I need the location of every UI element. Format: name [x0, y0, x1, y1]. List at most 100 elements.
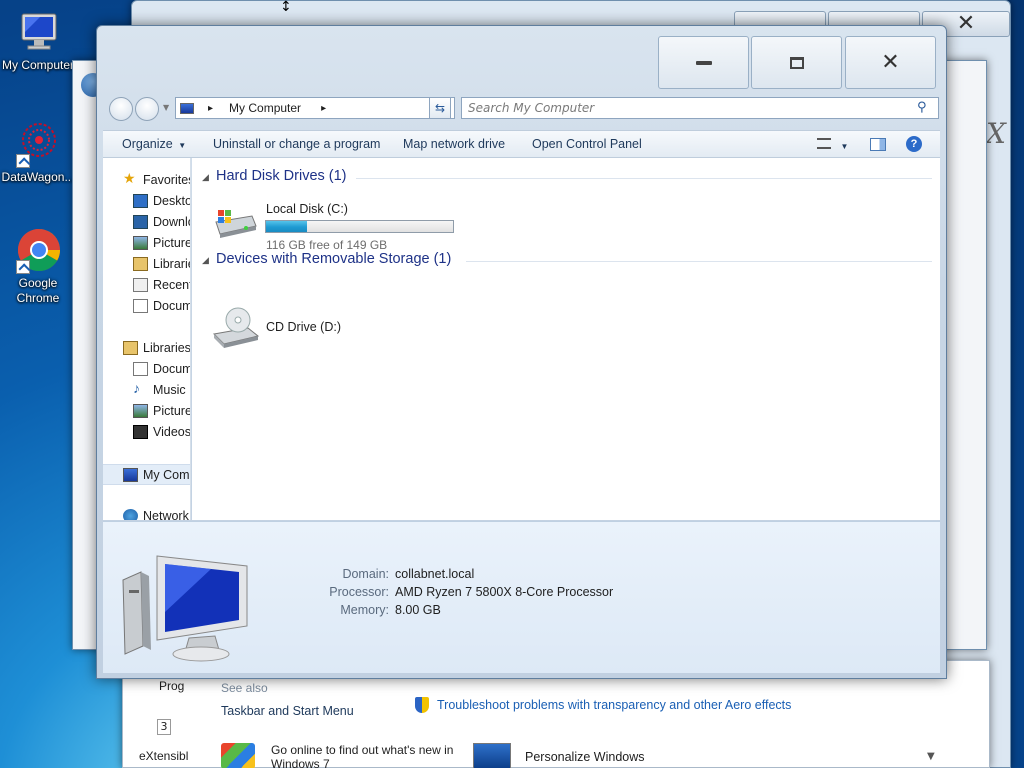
uninstall-program-button[interactable]: Uninstall or change a program	[213, 137, 380, 151]
shield-icon	[415, 697, 429, 713]
nav-label: Desktop	[153, 194, 190, 208]
help-button[interactable]: ?	[906, 136, 922, 152]
network-icon	[123, 509, 138, 520]
navigation-pane: ★ Favorites Desktop Downloads Pictures L…	[103, 158, 191, 520]
nav-music[interactable]: ♪ Music	[103, 380, 190, 401]
music-icon: ♪	[133, 380, 140, 396]
nav-recent[interactable]: Recent Places	[103, 275, 191, 296]
organize-button[interactable]: Organize ▼	[122, 137, 186, 151]
nav-pictures[interactable]: Pictures	[103, 233, 190, 254]
troubleshoot-link[interactable]: Troubleshoot problems with transparency …	[437, 698, 791, 712]
group-divider	[356, 178, 932, 179]
nav-label: Documents	[153, 299, 190, 313]
processor-value: AMD Ryzen 7 5800X 8-Core Processor	[395, 585, 614, 599]
address-root-arrow[interactable]: ▸	[208, 103, 213, 114]
nav-videos[interactable]: Videos	[103, 422, 191, 443]
group-header-hard-disk[interactable]: Hard Disk Drives (1)	[216, 168, 347, 184]
desktop-icon	[133, 194, 148, 208]
recent-pages-dropdown-icon[interactable]: ▼	[163, 103, 169, 112]
taskbar-start-menu-link[interactable]: Taskbar and Start Menu	[221, 704, 354, 718]
drive-name: Local Disk (C:)	[266, 202, 348, 216]
extensible-text: eXtensibl	[139, 749, 189, 763]
nav-label: Documents	[153, 362, 190, 376]
address-bar[interactable]: ▸ My Computer ▸ ▼	[175, 97, 455, 119]
nav-desktop[interactable]: Desktop	[103, 191, 190, 212]
group-divider	[466, 261, 932, 262]
forward-button[interactable]	[135, 97, 159, 121]
desktop-icon-label: My Computer	[1, 58, 75, 72]
nav-lib-pictures[interactable]: Pictures	[103, 401, 190, 422]
close-icon: ✕	[956, 11, 976, 36]
personalize-windows-link[interactable]: Personalize Windows	[525, 750, 645, 764]
search-input[interactable]: Search My Computer	[461, 97, 939, 119]
nav-label: Pictures	[153, 236, 190, 250]
nav-label: Favorites	[143, 173, 191, 187]
nav-documents[interactable]: Documents	[103, 296, 190, 317]
details-pane: Domain: collabnet.local Processor: AMD R…	[103, 521, 940, 673]
nav-label: Music	[153, 383, 186, 397]
chrome-icon	[14, 226, 62, 274]
memory-value: 8.00 GB	[395, 603, 441, 617]
nav-libraries[interactable]: Libraries	[103, 338, 190, 359]
desktop-icon-my-computer[interactable]: My Computer	[0, 8, 76, 73]
address-arrow[interactable]: ▸	[321, 103, 326, 114]
nav-lib-documents[interactable]: Documents	[103, 359, 190, 380]
open-control-panel-button[interactable]: Open Control Panel	[532, 137, 642, 151]
nav-label: Libraries	[153, 257, 190, 271]
libraries-icon	[133, 257, 148, 271]
nav-label: Recent Places	[153, 278, 191, 292]
organize-label: Organize	[122, 137, 173, 151]
computer-icon	[180, 102, 194, 114]
map-network-drive-button[interactable]: Map network drive	[403, 137, 505, 151]
videos-icon	[133, 425, 148, 439]
close-icon: ✕	[881, 49, 900, 75]
minimize-icon	[695, 60, 712, 65]
go-online-link[interactable]: Go online to find out what's new in Wind…	[271, 743, 481, 768]
group-header-removable[interactable]: Devices with Removable Storage (1)	[216, 251, 451, 267]
nav-downloads[interactable]: Downloads	[103, 212, 190, 233]
drive-free-space: 116 GB free of 149 GB	[266, 238, 388, 252]
refresh-icon: ⇆	[434, 101, 446, 115]
libraries-icon	[123, 341, 138, 355]
refresh-button[interactable]: ⇆	[429, 97, 451, 119]
preview-pane-button[interactable]	[870, 138, 886, 154]
prog-text: Prog	[159, 679, 185, 693]
address-location[interactable]: My Computer	[229, 101, 301, 115]
recent-places-icon	[133, 278, 148, 292]
pictures-icon	[133, 236, 148, 250]
preview-pane-icon	[870, 138, 886, 151]
explorer-window: ✕ ▼ ▸ My Computer ▸ ▼ ⇆ Search My Comput…	[96, 25, 947, 679]
nav-network[interactable]: Network	[103, 506, 190, 520]
resize-cursor-icon: ↕	[280, 0, 292, 15]
pictures-icon	[133, 404, 148, 418]
nav-my-computer[interactable]: My Computer	[103, 464, 190, 485]
drive-local-disk[interactable]: Local Disk (C:) 116 GB free of 149 GB	[212, 202, 462, 252]
navigation-bar: ▼ ▸ My Computer ▸ ▼ ⇆ Search My Computer…	[105, 96, 939, 122]
close-button[interactable]: ✕	[845, 36, 936, 89]
back-button[interactable]	[109, 97, 133, 121]
collapse-arrow-icon[interactable]: ◢	[202, 172, 209, 183]
drive-cd[interactable]: CD Drive (D:)	[212, 306, 412, 350]
see-also-heading: See also	[221, 681, 268, 695]
nav-label: Pictures	[153, 404, 190, 418]
drive-usage-bar	[265, 220, 454, 233]
shortcut-arrow-icon	[16, 154, 30, 168]
shortcut-arrow-icon	[16, 260, 30, 274]
nav-favorites[interactable]: ★ Favorites	[103, 170, 191, 191]
command-bar: Organize ▼ Uninstall or change a program…	[103, 130, 940, 158]
desktop-icon-label: DataWagon...	[1, 170, 75, 184]
search-icon[interactable]: ⚲	[917, 100, 927, 115]
nav-libraries-fav[interactable]: Libraries	[103, 254, 190, 275]
computer-icon	[14, 8, 62, 56]
maximize-button[interactable]	[751, 36, 842, 89]
desktop-icon-datawagon[interactable]: DataWagon...	[0, 120, 76, 185]
minimize-button[interactable]	[658, 36, 749, 89]
change-view-button[interactable]: ▼	[817, 138, 848, 152]
scroll-down-icon[interactable]: ▼	[927, 751, 935, 762]
desktop-icon-chrome[interactable]: Google Chrome	[0, 226, 76, 306]
cd-drive-icon	[212, 306, 260, 350]
collapse-arrow-icon[interactable]: ◢	[202, 255, 209, 266]
nav-label: Videos	[153, 425, 191, 439]
documents-icon	[133, 362, 148, 376]
maximize-icon	[789, 56, 804, 69]
